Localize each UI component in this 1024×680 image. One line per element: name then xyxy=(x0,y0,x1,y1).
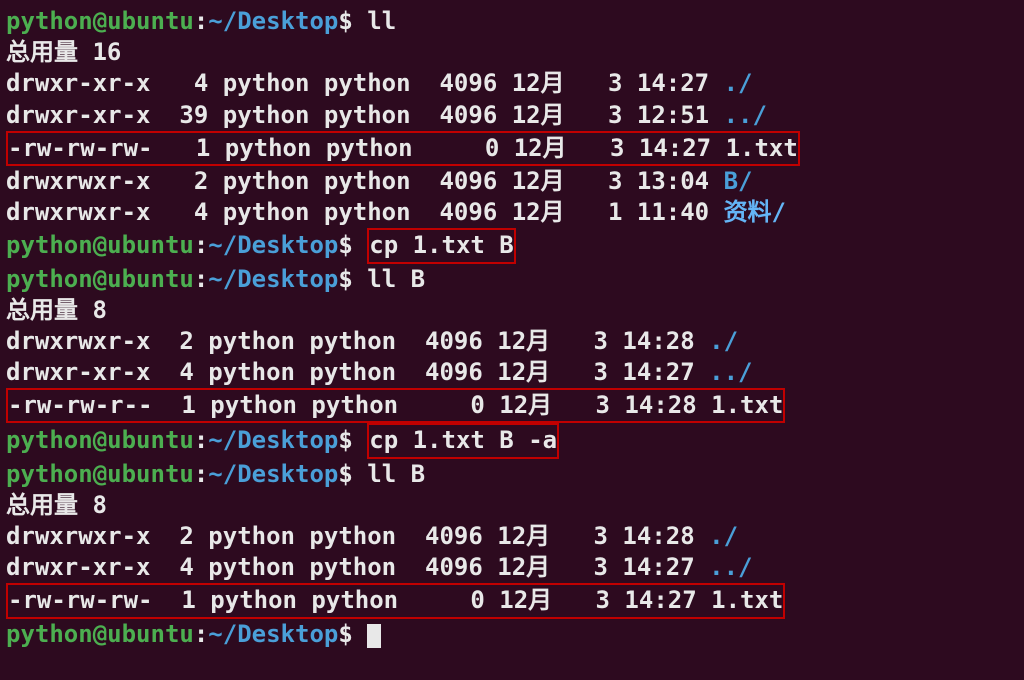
prompt-path: ~/Desktop xyxy=(208,231,338,259)
file-name: 1.txt xyxy=(726,134,798,162)
output-text: 总用量 8 xyxy=(6,491,107,519)
terminal-line: -rw-rw-rw- 1 python python 0 12月 3 14:27… xyxy=(6,583,1018,618)
prompt-colon: : xyxy=(194,231,208,259)
terminal-line: drwxr-xr-x 4 python python 4096 12月 3 14… xyxy=(6,552,1018,583)
terminal-line: drwxrwxr-x 2 python python 4096 12月 3 14… xyxy=(6,326,1018,357)
prompt-user: python@ubuntu xyxy=(6,426,194,454)
prompt-dollar: $ xyxy=(338,265,367,293)
file-name: 资料/ xyxy=(724,198,786,226)
terminal-line: drwxrwxr-x 2 python python 4096 12月 3 14… xyxy=(6,521,1018,552)
file-perms: -rw-rw-rw- 1 python python 0 12月 3 14:27 xyxy=(8,134,726,162)
prompt-dollar: $ xyxy=(338,231,367,259)
terminal-line: drwxr-xr-x 4 python python 4096 12月 3 14… xyxy=(6,357,1018,388)
highlighted-row: -rw-rw-rw- 1 python python 0 12月 3 14:27… xyxy=(6,583,785,618)
terminal-line: python@ubuntu:~/Desktop$ cp 1.txt B xyxy=(6,228,1018,263)
highlighted-row: -rw-rw-rw- 1 python python 0 12月 3 14:27… xyxy=(6,131,800,166)
file-perms: -rw-rw-r-- 1 python python 0 12月 3 14:28 xyxy=(8,391,711,419)
prompt-user: python@ubuntu xyxy=(6,231,194,259)
command-highlighted: cp 1.txt B -a xyxy=(367,423,559,458)
cursor xyxy=(367,624,381,648)
prompt-colon: : xyxy=(194,7,208,35)
terminal-line: drwxrwxr-x 4 python python 4096 12月 1 11… xyxy=(6,197,1018,228)
file-name: ./ xyxy=(709,522,738,550)
file-name: ../ xyxy=(709,553,752,581)
file-perms: -rw-rw-rw- 1 python python 0 12月 3 14:27 xyxy=(8,586,711,614)
terminal-line: drwxr-xr-x 39 python python 4096 12月 3 1… xyxy=(6,100,1018,131)
file-perms: drwxr-xr-x 4 python python 4096 12月 3 14… xyxy=(6,358,709,386)
prompt-path: ~/Desktop xyxy=(208,460,338,488)
terminal-line: python@ubuntu:~/Desktop$ ll B xyxy=(6,459,1018,490)
prompt-user: python@ubuntu xyxy=(6,7,194,35)
terminal-line: python@ubuntu:~/Desktop$ ll B xyxy=(6,264,1018,295)
terminal-line: python@ubuntu:~/Desktop$ xyxy=(6,619,1018,650)
command-highlighted: cp 1.txt B xyxy=(367,228,516,263)
prompt-dollar: $ xyxy=(338,460,367,488)
terminal-line: -rw-rw-rw- 1 python python 0 12月 3 14:27… xyxy=(6,131,1018,166)
output-text: 总用量 8 xyxy=(6,296,107,324)
prompt-user: python@ubuntu xyxy=(6,460,194,488)
command: ll B xyxy=(367,460,425,488)
terminal-line: drwxrwxr-x 2 python python 4096 12月 3 13… xyxy=(6,166,1018,197)
highlighted-row: -rw-rw-r-- 1 python python 0 12月 3 14:28… xyxy=(6,388,785,423)
terminal-line: 总用量 8 xyxy=(6,295,1018,326)
terminal-line: -rw-rw-r-- 1 python python 0 12月 3 14:28… xyxy=(6,388,1018,423)
prompt-path: ~/Desktop xyxy=(208,426,338,454)
file-name: ../ xyxy=(709,358,752,386)
terminal-output[interactable]: python@ubuntu:~/Desktop$ ll总用量 16drwxr-x… xyxy=(6,6,1018,650)
prompt-colon: : xyxy=(194,265,208,293)
file-perms: drwxr-xr-x 39 python python 4096 12月 3 1… xyxy=(6,101,724,129)
output-text: 总用量 16 xyxy=(6,38,121,66)
file-name: ./ xyxy=(724,69,753,97)
file-name: 1.txt xyxy=(711,586,783,614)
file-name: ./ xyxy=(709,327,738,355)
terminal-line: 总用量 16 xyxy=(6,37,1018,68)
file-name: 1.txt xyxy=(711,391,783,419)
file-perms: drwxrwxr-x 4 python python 4096 12月 1 11… xyxy=(6,198,724,226)
prompt-path: ~/Desktop xyxy=(208,265,338,293)
file-perms: drwxr-xr-x 4 python python 4096 12月 3 14… xyxy=(6,69,724,97)
prompt-colon: : xyxy=(194,460,208,488)
file-perms: drwxrwxr-x 2 python python 4096 12月 3 13… xyxy=(6,167,724,195)
prompt-dollar: $ xyxy=(338,426,367,454)
file-perms: drwxrwxr-x 2 python python 4096 12月 3 14… xyxy=(6,327,709,355)
prompt-user: python@ubuntu xyxy=(6,265,194,293)
terminal-line: python@ubuntu:~/Desktop$ ll xyxy=(6,6,1018,37)
prompt-colon: : xyxy=(194,620,208,648)
file-name: B/ xyxy=(724,167,753,195)
file-perms: drwxr-xr-x 4 python python 4096 12月 3 14… xyxy=(6,553,709,581)
terminal-line: 总用量 8 xyxy=(6,490,1018,521)
file-perms: drwxrwxr-x 2 python python 4096 12月 3 14… xyxy=(6,522,709,550)
prompt-dollar: $ xyxy=(338,620,367,648)
command: ll xyxy=(367,7,396,35)
prompt-path: ~/Desktop xyxy=(208,7,338,35)
file-name: ../ xyxy=(724,101,767,129)
prompt-colon: : xyxy=(194,426,208,454)
prompt-dollar: $ xyxy=(338,7,367,35)
terminal-line: python@ubuntu:~/Desktop$ cp 1.txt B -a xyxy=(6,423,1018,458)
prompt-path: ~/Desktop xyxy=(208,620,338,648)
prompt-user: python@ubuntu xyxy=(6,620,194,648)
command: ll B xyxy=(367,265,425,293)
terminal-line: drwxr-xr-x 4 python python 4096 12月 3 14… xyxy=(6,68,1018,99)
